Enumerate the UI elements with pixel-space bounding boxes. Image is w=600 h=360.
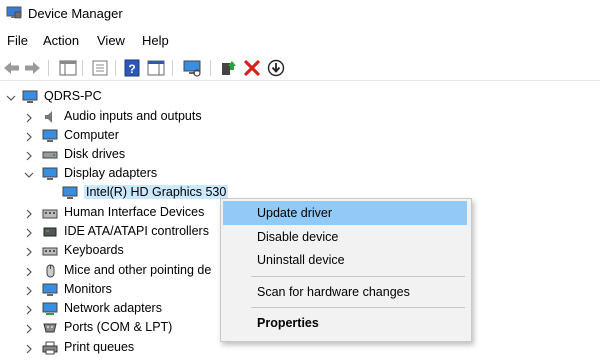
back-icon[interactable]	[2, 58, 22, 78]
chevron-right-icon[interactable]	[24, 151, 34, 161]
display-adapter-icon	[62, 186, 78, 199]
tree-item-label: Audio inputs and outputs	[64, 109, 202, 123]
chevron-right-icon[interactable]	[24, 228, 34, 238]
svg-text:?: ?	[128, 62, 135, 76]
display-adapter-icon	[42, 167, 58, 180]
mouse-icon	[46, 264, 55, 278]
tree-item-label: Human Interface Devices	[64, 205, 205, 219]
toolbar-separator	[48, 60, 49, 76]
tree-root[interactable]: QDRS-PC	[0, 88, 200, 107]
keyboard-icon	[42, 247, 58, 256]
uninstall-icon[interactable]	[242, 58, 262, 78]
tree-item-keyboards[interactable]: Keyboards	[0, 242, 220, 261]
console-tree-icon[interactable]	[58, 58, 78, 78]
menu-view[interactable]: View	[97, 33, 125, 48]
chevron-right-icon[interactable]	[24, 132, 34, 142]
tree-item-label: Intel(R) HD Graphics 530	[84, 185, 229, 199]
tree-item-ports[interactable]: Ports (COM & LPT)	[0, 319, 220, 338]
tree-item-label: Disk drives	[64, 147, 126, 161]
tree-root-label: QDRS-PC	[44, 89, 102, 103]
forward-icon[interactable]	[22, 58, 42, 78]
properties-icon[interactable]	[90, 58, 110, 78]
speaker-icon	[45, 111, 52, 123]
context-item-label: Properties	[257, 316, 319, 330]
toolbar-separator	[172, 60, 173, 76]
context-update-driver[interactable]: Update driver	[223, 201, 467, 225]
context-uninstall-device[interactable]: Uninstall device	[223, 248, 467, 272]
menu-action[interactable]: Action	[43, 33, 79, 48]
chevron-right-icon[interactable]	[24, 344, 34, 354]
context-item-label: Uninstall device	[257, 253, 345, 267]
window-title: Device Manager	[28, 6, 123, 21]
computer-icon	[22, 90, 38, 103]
port-icon	[43, 323, 57, 333]
tree-item-computer[interactable]: Computer	[0, 127, 260, 146]
tree-item-label: Mice and other pointing de	[64, 263, 212, 277]
tree-item-disk-drives[interactable]: Disk drives	[0, 146, 260, 165]
controller-icon	[43, 227, 57, 237]
tree-item-label: Computer	[64, 128, 119, 142]
tree-item-label: Network adapters	[64, 301, 162, 315]
tree-item-label: Print queues	[64, 340, 135, 354]
disable-icon[interactable]	[266, 58, 286, 78]
toolbar-separator	[115, 60, 116, 76]
toolbar: ?	[0, 56, 600, 81]
context-scan-hardware[interactable]: Scan for hardware changes	[223, 280, 467, 304]
menu-help[interactable]: Help	[142, 33, 169, 48]
context-item-label: Disable device	[257, 230, 339, 244]
network-adapter-icon	[42, 302, 58, 315]
chevron-right-icon[interactable]	[24, 267, 34, 277]
help-icon[interactable]: ?	[122, 58, 142, 78]
monitor-icon	[42, 283, 58, 296]
scan-hardware-icon[interactable]	[182, 58, 202, 78]
chevron-right-icon[interactable]	[24, 113, 34, 123]
chevron-right-icon[interactable]	[24, 247, 34, 257]
action-pane-icon[interactable]	[146, 58, 166, 78]
monitor-icon	[42, 129, 58, 142]
title-bar: Device Manager	[0, 0, 600, 28]
context-disable-device[interactable]: Disable device	[223, 225, 467, 249]
tree-item-display-adapters[interactable]: Display adapters	[0, 165, 260, 184]
tree-item-hid[interactable]: Human Interface Devices	[0, 204, 220, 223]
tree-item-network-adapters[interactable]: Network adapters	[0, 300, 220, 319]
tree-item-label: Ports (COM & LPT)	[64, 320, 173, 334]
context-item-label: Update driver	[257, 206, 333, 220]
update-driver-icon[interactable]	[218, 58, 238, 78]
chevron-right-icon[interactable]	[24, 209, 34, 219]
chevron-right-icon[interactable]	[24, 305, 34, 315]
context-separator	[251, 276, 465, 277]
tree-item-ide-controllers[interactable]: IDE ATA/ATAPI controllers	[0, 223, 220, 242]
tree-item-monitors[interactable]: Monitors	[0, 281, 220, 300]
toolbar-separator	[210, 60, 211, 76]
tree-item-print-queues[interactable]: Print queues	[0, 339, 220, 358]
context-item-label: Scan for hardware changes	[257, 285, 410, 299]
chevron-right-icon[interactable]	[24, 324, 34, 334]
menu-file[interactable]: File	[7, 33, 28, 48]
tree-item-mice[interactable]: Mice and other pointing de	[0, 262, 220, 281]
chevron-right-icon[interactable]	[24, 286, 34, 296]
tree-item-audio[interactable]: Audio inputs and outputs	[0, 108, 260, 127]
context-menu: Update driver Disable device Uninstall d…	[220, 198, 472, 342]
toolbar-separator	[82, 60, 83, 76]
chevron-down-icon[interactable]	[24, 170, 34, 180]
printer-icon	[42, 341, 58, 355]
tree-item-label: IDE ATA/ATAPI controllers	[64, 224, 209, 238]
tree-item-label: Display adapters	[64, 166, 158, 180]
chevron-down-icon[interactable]	[6, 93, 16, 103]
device-manager-icon	[6, 6, 22, 19]
keyboard-icon	[42, 209, 58, 219]
tree-item-label: Keyboards	[64, 243, 124, 257]
disk-drive-icon	[42, 151, 58, 159]
context-properties[interactable]: Properties	[223, 311, 467, 335]
tree-item-label: Monitors	[64, 282, 112, 296]
menu-bar: File Action View Help	[0, 31, 600, 51]
context-separator	[251, 307, 465, 308]
